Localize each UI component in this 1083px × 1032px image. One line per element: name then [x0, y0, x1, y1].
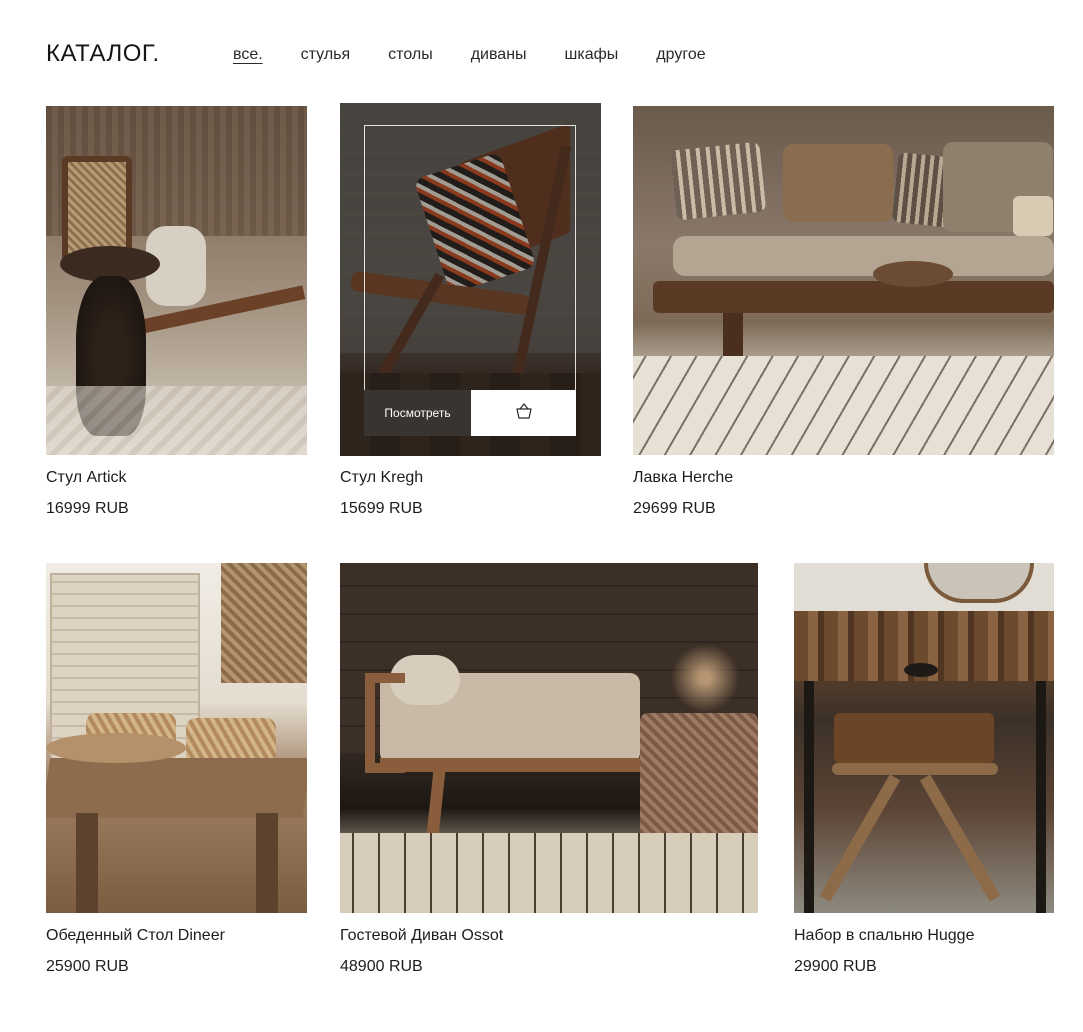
product-title[interactable]: Обеденный Стол Dineer: [46, 927, 225, 945]
catalog-logo: КАТАЛОГ.: [46, 40, 160, 67]
product-title[interactable]: Стул Kregh: [340, 469, 423, 487]
product-image-chair-kregh[interactable]: Посмотреть: [340, 103, 601, 456]
add-to-cart-button[interactable]: [471, 390, 576, 436]
product-price: 25900 RUB: [46, 958, 129, 975]
product-image-table-dineer[interactable]: [46, 563, 307, 913]
product-price: 29699 RUB: [633, 500, 716, 517]
nav-item-tables[interactable]: столы: [388, 46, 433, 64]
product-title[interactable]: Набор в спальню Hugge: [794, 927, 974, 945]
product-image-sofa-ossot[interactable]: [340, 563, 758, 913]
product-card[interactable]: Гостевой Диван Ossot 48900 RUB: [340, 563, 758, 983]
product-image-bedroom-set-hugge[interactable]: [794, 563, 1054, 913]
product-card[interactable]: Посмотреть Стул Kregh 15699 RUB: [340, 103, 601, 526]
product-card[interactable]: Лавка Herche 29699 RUB: [633, 106, 1054, 526]
nav-item-wardrobes[interactable]: шкафы: [565, 46, 619, 64]
nav-item-all[interactable]: все.: [233, 46, 263, 64]
nav-item-chairs[interactable]: стулья: [301, 46, 351, 64]
view-button[interactable]: Посмотреть: [364, 390, 471, 436]
product-card[interactable]: Набор в спальню Hugge 29900 RUB: [794, 563, 1054, 983]
nav-item-label: все.: [233, 46, 263, 63]
product-image-bench-herche[interactable]: [633, 106, 1054, 455]
nav-item-other[interactable]: другое: [656, 46, 705, 64]
product-title[interactable]: Гостевой Диван Ossot: [340, 927, 503, 945]
product-image-chair-artick[interactable]: [46, 106, 307, 455]
catalog-header: КАТАЛОГ. все. стулья столы диваны шкафы …: [46, 38, 1046, 72]
category-nav: все. стулья столы диваны шкафы другое: [233, 46, 744, 64]
nav-item-sofas[interactable]: диваны: [471, 46, 527, 64]
product-card[interactable]: Стул Artick 16999 RUB: [46, 106, 307, 526]
basket-icon: [515, 402, 533, 424]
product-title[interactable]: Стул Artick: [46, 469, 127, 487]
product-card[interactable]: Обеденный Стол Dineer 25900 RUB: [46, 563, 307, 983]
product-price: 48900 RUB: [340, 958, 423, 975]
product-price: 16999 RUB: [46, 500, 129, 517]
product-price: 15699 RUB: [340, 500, 423, 517]
product-price: 29900 RUB: [794, 958, 877, 975]
product-title[interactable]: Лавка Herche: [633, 469, 733, 487]
